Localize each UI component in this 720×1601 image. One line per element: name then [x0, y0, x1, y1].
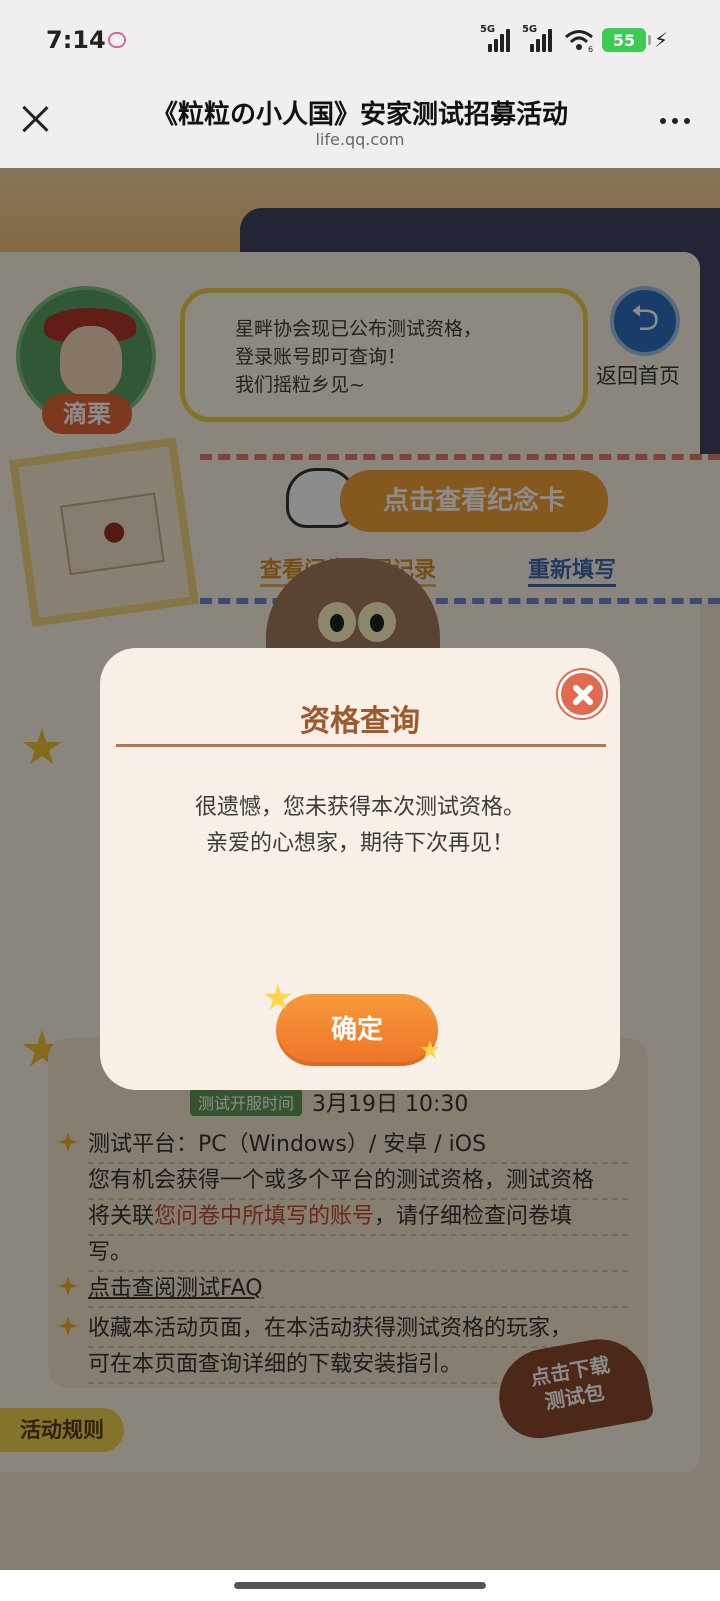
dialog-message: 很遗憾，您未获得本次测试资格。 亲爱的心想家，期待下次再见！: [100, 790, 620, 862]
charging-icon: ⚡: [653, 28, 668, 52]
dialog-divider: [116, 744, 606, 747]
system-nav-bar: [0, 1570, 720, 1601]
network-type-1: 5G: [479, 24, 496, 35]
wifi-icon: 6: [564, 30, 593, 52]
status-bar: 7:14 5G 5G 6 55 ⚡: [0, 0, 720, 82]
browser-header: 《粒粒の小人国》安家测试招募活动 life.qq.com: [0, 82, 720, 168]
home-gesture-bar[interactable]: [234, 1582, 486, 1589]
dialog-title: 资格查询: [300, 704, 420, 739]
battery-icon: 55: [601, 28, 651, 52]
cellular-signal-icon-2: 5G: [521, 24, 556, 54]
notification-icon: [108, 32, 126, 48]
page-domain: life.qq.com: [315, 130, 405, 149]
dialog-message-line-1: 很遗憾，您未获得本次测试资格。: [194, 795, 525, 820]
battery-level: 55: [612, 30, 636, 50]
more-options-icon[interactable]: [660, 118, 690, 124]
dialog-message-line-2: 亲爱的心想家，期待下次再见！: [205, 831, 514, 856]
confirm-button[interactable]: 确定: [276, 994, 438, 1066]
status-time: 7:14: [46, 26, 106, 54]
network-type-2: 5G: [521, 24, 538, 35]
wifi-badge: 6: [588, 45, 593, 52]
status-icons: 5G 5G 6 55 ⚡: [479, 24, 668, 54]
cellular-signal-icon: 5G: [479, 24, 514, 54]
page-title: 《粒粒の小人国》安家测试招募活动: [151, 100, 568, 130]
qualification-dialog: 资格查询 很遗憾，您未获得本次测试资格。 亲爱的心想家，期待下次再见！ 确定: [100, 648, 620, 1090]
